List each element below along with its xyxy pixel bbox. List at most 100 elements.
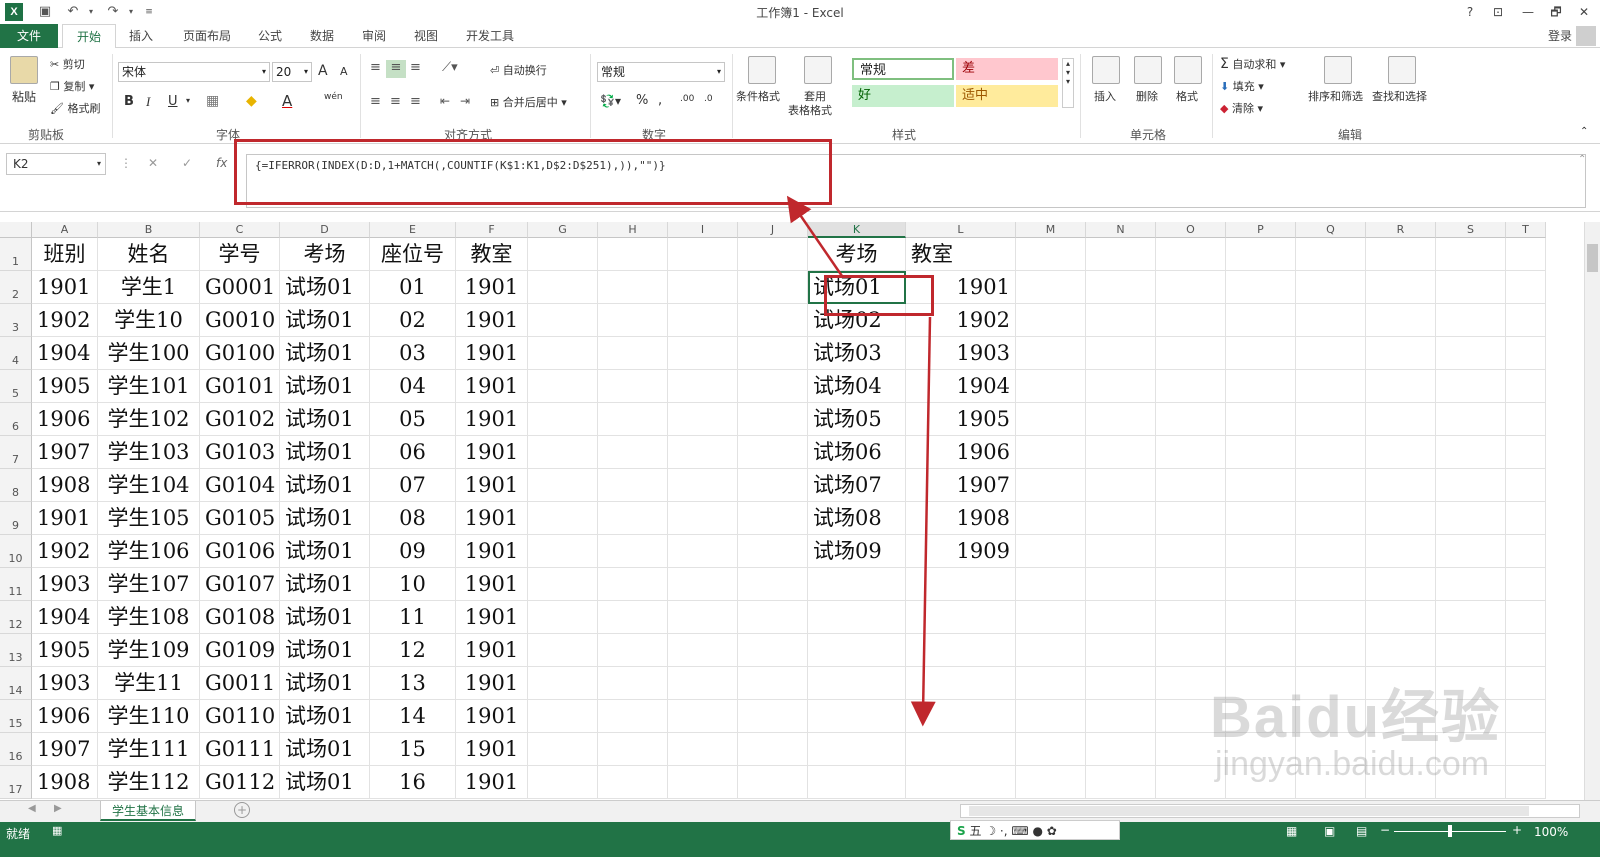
cell[interactable]: [1086, 733, 1156, 766]
underline-dropdown-icon[interactable]: ▾: [186, 96, 190, 105]
cell-e12[interactable]: 11: [370, 601, 456, 634]
column-header-e[interactable]: E: [370, 222, 456, 238]
column-header-t[interactable]: T: [1506, 222, 1546, 238]
cell-d14[interactable]: 试场01: [280, 667, 370, 700]
cell[interactable]: [1296, 601, 1366, 634]
cell[interactable]: [1506, 304, 1546, 337]
cell[interactable]: [738, 370, 808, 403]
cell-l10[interactable]: 1909: [906, 535, 1016, 568]
orientation-icon[interactable]: ⟋▾: [442, 60, 458, 75]
column-header-c[interactable]: C: [200, 222, 280, 238]
cell[interactable]: [808, 634, 906, 667]
hscroll-thumb[interactable]: [969, 806, 1529, 816]
page-layout-view-icon[interactable]: ▣: [1324, 824, 1335, 838]
format-painter-button[interactable]: 🖌 格式刷: [50, 100, 100, 116]
cell[interactable]: [1506, 370, 1546, 403]
cell[interactable]: [528, 238, 598, 271]
cell[interactable]: [668, 436, 738, 469]
cell[interactable]: [668, 271, 738, 304]
cell-d9[interactable]: 试场01: [280, 502, 370, 535]
cell[interactable]: [1296, 271, 1366, 304]
paste-icon[interactable]: [10, 56, 38, 84]
zoom-level[interactable]: 100%: [1534, 825, 1568, 839]
row-header-9[interactable]: 9: [0, 502, 32, 535]
cell[interactable]: [738, 733, 808, 766]
cell[interactable]: [738, 271, 808, 304]
cell[interactable]: [598, 469, 668, 502]
cell[interactable]: [1016, 403, 1086, 436]
cell[interactable]: [906, 667, 1016, 700]
cell-a11[interactable]: 1903: [32, 568, 98, 601]
cell[interactable]: [738, 469, 808, 502]
cell-e3[interactable]: 02: [370, 304, 456, 337]
cell-f10[interactable]: 1901: [456, 535, 528, 568]
table-format-label-2[interactable]: 表格格式: [788, 102, 832, 118]
cell[interactable]: [738, 337, 808, 370]
cell[interactable]: [1296, 469, 1366, 502]
sort-filter-button[interactable]: 排序和筛选: [1308, 88, 1363, 104]
cell[interactable]: [1156, 370, 1226, 403]
cell[interactable]: [1226, 601, 1296, 634]
cell[interactable]: [1226, 370, 1296, 403]
cell-b3[interactable]: 学生10: [98, 304, 200, 337]
cell-f1[interactable]: 教室: [456, 238, 528, 271]
cell[interactable]: [1016, 370, 1086, 403]
merge-center-button[interactable]: ⊞ 合并后居中 ▾: [490, 94, 567, 110]
cell[interactable]: [1156, 469, 1226, 502]
cell[interactable]: [1086, 535, 1156, 568]
cell[interactable]: [528, 535, 598, 568]
cell-k9[interactable]: 试场08: [808, 502, 906, 535]
cell[interactable]: [1086, 337, 1156, 370]
row-header-4[interactable]: 4: [0, 337, 32, 370]
cell-a3[interactable]: 1902: [32, 304, 98, 337]
column-header-n[interactable]: N: [1086, 222, 1156, 238]
cell[interactable]: [1086, 436, 1156, 469]
cell[interactable]: [1226, 238, 1296, 271]
decrease-decimal-icon[interactable]: .0: [704, 94, 713, 104]
cell-a17[interactable]: 1908: [32, 766, 98, 799]
cell[interactable]: [1226, 403, 1296, 436]
cell[interactable]: [1016, 436, 1086, 469]
percent-button[interactable]: %: [636, 93, 648, 108]
cell-c4[interactable]: G0100: [200, 337, 280, 370]
cell-f6[interactable]: 1901: [456, 403, 528, 436]
cell[interactable]: [1506, 436, 1546, 469]
cell-c9[interactable]: G0105: [200, 502, 280, 535]
cell-l6[interactable]: 1905: [906, 403, 1016, 436]
cell[interactable]: [1296, 634, 1366, 667]
cell-c6[interactable]: G0102: [200, 403, 280, 436]
cell-f13[interactable]: 1901: [456, 634, 528, 667]
column-header-h[interactable]: H: [598, 222, 668, 238]
prev-sheet-icon[interactable]: ◀: [28, 803, 36, 814]
cell-a5[interactable]: 1905: [32, 370, 98, 403]
cell[interactable]: [738, 436, 808, 469]
cell[interactable]: [528, 568, 598, 601]
cell[interactable]: [906, 733, 1016, 766]
cell[interactable]: [1156, 502, 1226, 535]
login-link[interactable]: 登录: [1548, 24, 1572, 48]
cell[interactable]: [1366, 634, 1436, 667]
cell-f15[interactable]: 1901: [456, 700, 528, 733]
cell[interactable]: [906, 634, 1016, 667]
increase-indent-icon[interactable]: ⇥: [460, 94, 470, 108]
style-good[interactable]: 好: [852, 85, 954, 107]
column-header-a[interactable]: A: [32, 222, 98, 238]
cell[interactable]: [1016, 700, 1086, 733]
cell-c16[interactable]: G0111: [200, 733, 280, 766]
cell-a16[interactable]: 1907: [32, 733, 98, 766]
cell[interactable]: [1086, 370, 1156, 403]
cell-a8[interactable]: 1908: [32, 469, 98, 502]
cell-c8[interactable]: G0104: [200, 469, 280, 502]
column-header-q[interactable]: Q: [1296, 222, 1366, 238]
cell[interactable]: [906, 766, 1016, 799]
cell[interactable]: [1436, 502, 1506, 535]
cell[interactable]: [528, 502, 598, 535]
cell-c1[interactable]: 学号: [200, 238, 280, 271]
cell[interactable]: [1366, 304, 1436, 337]
delete-cells-icon[interactable]: [1134, 56, 1162, 84]
cell-e9[interactable]: 08: [370, 502, 456, 535]
cell-c14[interactable]: G0011: [200, 667, 280, 700]
cell[interactable]: [1156, 535, 1226, 568]
table-format-icon[interactable]: [804, 56, 832, 84]
cell-e10[interactable]: 09: [370, 535, 456, 568]
